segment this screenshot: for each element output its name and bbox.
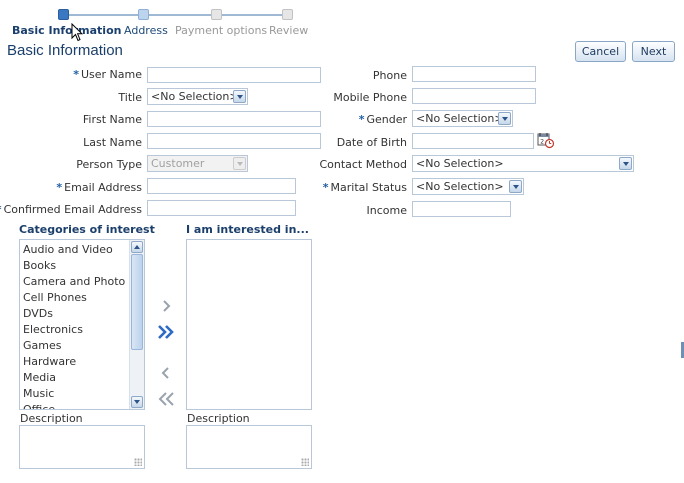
income-label: Income [366, 204, 407, 217]
scrollbar[interactable] [129, 240, 144, 409]
train-line [63, 14, 288, 16]
scroll-up-icon[interactable] [131, 241, 143, 253]
mobile-phone-label: Mobile Phone [333, 91, 407, 104]
resize-grip-icon[interactable] [134, 458, 142, 466]
marital-status-label: * Marital Status [322, 181, 407, 194]
list-item[interactable]: Hardware [20, 354, 144, 370]
available-list[interactable]: Audio and Video Books Camera and Photo Cell… [19, 239, 145, 410]
train-stop-basic-information[interactable] [58, 9, 69, 20]
scroll-thumb[interactable] [131, 254, 143, 350]
list-item[interactable]: DVDs [20, 306, 144, 322]
cancel-button[interactable]: Cancel [575, 41, 626, 62]
gender-label: * Gender [358, 113, 407, 126]
required-marker: * [56, 181, 63, 194]
double-chevron-left-icon[interactable] [156, 391, 176, 407]
selected-description-label: Description [187, 412, 250, 425]
first-name-label: First Name [82, 113, 142, 126]
mouse-pointer-icon [71, 23, 83, 42]
date-of-birth-label: Date of Birth [336, 136, 407, 149]
title-label: Title [118, 91, 142, 104]
resize-grip-icon[interactable] [301, 458, 309, 466]
train-stop-payment-options [211, 9, 222, 20]
svg-text:2: 2 [540, 139, 544, 146]
list-item[interactable]: Electronics [20, 322, 144, 338]
income-input[interactable] [412, 201, 511, 217]
train-stop-review [282, 9, 293, 20]
email-label: * Email Address [56, 181, 142, 194]
next-button[interactable]: Next [632, 41, 675, 62]
last-name-label: Last Name [83, 136, 142, 149]
double-chevron-right-icon[interactable] [156, 324, 176, 340]
chevron-down-icon [233, 157, 246, 170]
list-item[interactable]: Books [20, 258, 144, 274]
selected-description-box[interactable] [186, 425, 312, 469]
train-stop-address[interactable] [138, 9, 149, 20]
train-label-payment-options: Payment options [175, 24, 268, 37]
list-item[interactable]: Media [20, 370, 144, 386]
list-item[interactable]: Games [20, 338, 144, 354]
list-item[interactable]: Office [20, 402, 144, 409]
required-marker: * [0, 203, 2, 216]
required-marker: * [358, 113, 365, 126]
available-description-box[interactable] [19, 425, 145, 469]
chevron-down-icon [619, 157, 632, 170]
available-description-label: Description [20, 412, 83, 425]
list-item[interactable]: Cell Phones [20, 290, 144, 306]
scroll-down-icon[interactable] [131, 396, 143, 408]
date-of-birth-input[interactable] [412, 133, 534, 149]
train-label-basic-information[interactable]: Basic Information [12, 24, 121, 37]
user-name-input[interactable] [147, 67, 321, 83]
selected-list-header: I am interested in... [186, 223, 309, 236]
title-select[interactable]: <No Selection> [147, 88, 248, 105]
calendar-icon[interactable]: 2 [537, 132, 555, 149]
train-label-address[interactable]: Address [124, 24, 168, 37]
confirm-email-label: *Confirmed Email Address [0, 203, 142, 216]
chevron-down-icon [233, 90, 246, 103]
train-label-review: Review [269, 24, 309, 37]
available-list-header: Categories of interest [19, 223, 155, 236]
list-item[interactable]: Music [20, 386, 144, 402]
chevron-right-icon[interactable] [159, 299, 173, 313]
confirm-email-input[interactable] [147, 200, 296, 216]
page-title: Basic Information [7, 42, 123, 59]
first-name-input[interactable] [147, 111, 321, 127]
list-item[interactable]: Camera and Photo [20, 274, 144, 290]
chevron-down-icon [498, 112, 511, 125]
required-marker: * [322, 181, 329, 194]
contact-method-label: Contact Method [319, 158, 407, 171]
phone-input[interactable] [412, 66, 536, 82]
marital-status-select[interactable]: <No Selection> [412, 178, 524, 195]
chevron-down-icon [509, 180, 522, 193]
last-name-input[interactable] [147, 133, 321, 149]
selected-list[interactable] [186, 239, 312, 410]
chevron-left-icon[interactable] [159, 366, 173, 380]
list-item[interactable]: Audio and Video [20, 242, 144, 258]
user-name-label: * User Name [73, 68, 142, 81]
phone-label: Phone [372, 69, 407, 82]
person-type-label: Person Type [76, 158, 142, 171]
required-marker: * [73, 68, 79, 81]
gender-select[interactable]: <No Selection> [412, 110, 513, 127]
person-type-select: Customer [147, 155, 248, 172]
mobile-phone-input[interactable] [412, 88, 536, 104]
contact-method-select[interactable]: <No Selection> [412, 155, 634, 172]
email-input[interactable] [147, 178, 296, 194]
